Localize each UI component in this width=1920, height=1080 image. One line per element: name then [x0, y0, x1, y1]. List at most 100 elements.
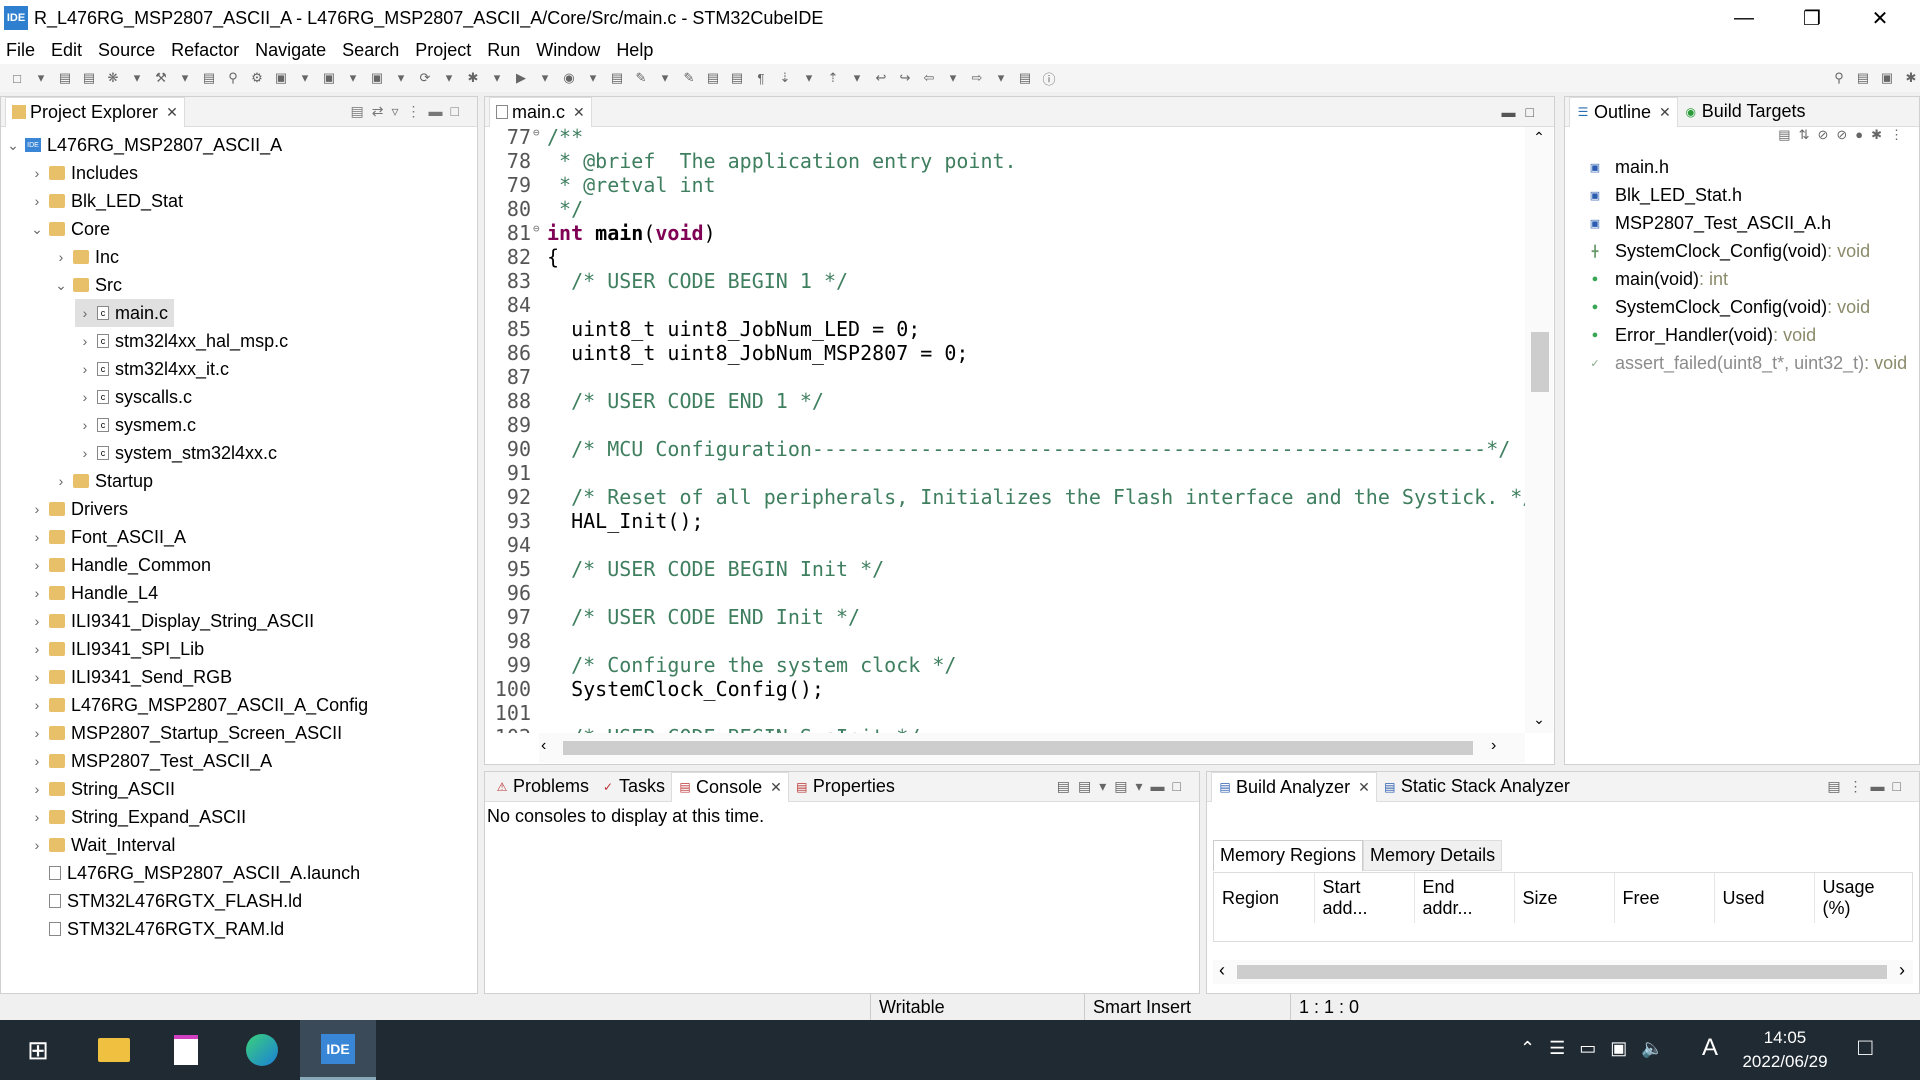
column-header[interactable]: Region [1214, 873, 1315, 923]
chevron-right-icon[interactable]: › [51, 249, 71, 265]
close-icon[interactable]: ✕ [573, 104, 585, 121]
outline-item[interactable]: ● SystemClock_Config(void) : void [1589, 293, 1870, 321]
toolbar-button-icon[interactable]: ▶ [512, 69, 530, 87]
chevron-right-icon[interactable]: › [27, 781, 47, 797]
outline-toolbar[interactable]: ▤⇅⊘⊘●✱⋮ [1565, 127, 1919, 153]
toolbar-button-icon[interactable]: ▣ [272, 69, 290, 87]
menu-search[interactable]: Search [342, 40, 399, 61]
toolbar-button-icon[interactable]: ▾ [944, 69, 962, 87]
chevron-right-icon[interactable]: › [27, 165, 47, 181]
toolbar-button-icon[interactable]: ⇣ [776, 69, 794, 87]
toolbar-button-icon[interactable]: ▾ [488, 69, 506, 87]
restore-button[interactable]: ❐ [1782, 0, 1842, 36]
column-header[interactable]: End addr... [1414, 873, 1515, 923]
minimize-maximize-icons[interactable]: ▬□ [1502, 104, 1544, 120]
tree-item[interactable]: › c system_stm32l4xx.c [75, 439, 277, 467]
tab-properties[interactable]: ▤ Properties [789, 772, 901, 802]
tree-item[interactable]: › Blk_LED_Stat [27, 187, 183, 215]
close-button[interactable]: ✕ [1850, 0, 1910, 36]
ime-indicator[interactable]: A [1702, 1034, 1718, 1062]
clock[interactable]: 14:05 2022/06/29 [1730, 1026, 1840, 1074]
minimize-button[interactable]: — [1714, 0, 1774, 36]
tree-item[interactable]: L476RG_MSP2807_ASCII_A.launch [27, 859, 360, 887]
close-icon[interactable]: ✕ [1358, 779, 1370, 796]
toolbar-button-icon[interactable]: ▾ [32, 69, 50, 87]
chevron-right-icon[interactable]: › [27, 837, 47, 853]
tree-item[interactable]: › Font_ASCII_A [27, 523, 186, 551]
toolbar-button-icon[interactable]: ✱ [464, 69, 482, 87]
horizontal-scrollbar[interactable]: ‹ › [1213, 960, 1913, 984]
toolbar-button-icon[interactable]: ▤ [80, 69, 98, 87]
toolbar-button-icon[interactable]: ▾ [128, 69, 146, 87]
search-icon[interactable]: ⚲ [1830, 69, 1848, 87]
tab-static-stack-analyzer[interactable]: ▤ Static Stack Analyzer [1377, 772, 1576, 802]
menu-run[interactable]: Run [487, 40, 520, 61]
tree-item[interactable]: › c main.c [75, 299, 175, 327]
fold-toggle-icon[interactable]: ⊖ [533, 217, 540, 241]
notepad-app-icon[interactable] [148, 1020, 224, 1080]
toolbar-button-icon[interactable]: ▾ [848, 69, 866, 87]
toolbar-button-icon[interactable]: ¶ [752, 69, 770, 87]
chevron-down-icon[interactable]: ⌄ [51, 277, 71, 294]
scrollbar-thumb[interactable] [1531, 332, 1549, 392]
vertical-scrollbar[interactable]: ⌃ ⌄ [1525, 127, 1553, 733]
toolbar-button-icon[interactable]: ▣ [320, 69, 338, 87]
tree-item[interactable]: › Handle_L4 [27, 579, 158, 607]
close-icon[interactable]: ✕ [770, 779, 782, 796]
menu-project[interactable]: Project [415, 40, 471, 61]
chevron-right-icon[interactable]: › [75, 417, 95, 433]
column-header[interactable]: Free [1614, 873, 1715, 923]
toolbar-button-icon[interactable]: ▾ [392, 69, 410, 87]
tree-item[interactable]: › String_Expand_ASCII [27, 803, 246, 831]
menu-file[interactable]: File [6, 40, 35, 61]
column-header[interactable]: Usage (%) [1814, 873, 1912, 923]
toolbar-button-icon[interactable]: ▾ [176, 69, 194, 87]
tab-memory-regions[interactable]: Memory Regions [1213, 840, 1364, 871]
toolbar-button-icon[interactable]: ▾ [656, 69, 674, 87]
tab-outline[interactable]: ☰ Outline ✕ [1569, 96, 1678, 127]
scroll-down-icon[interactable]: ⌄ [1525, 711, 1553, 728]
horizontal-scrollbar[interactable]: ‹ › [539, 733, 1525, 763]
tree-item[interactable]: › Inc [51, 243, 119, 271]
tree-item[interactable]: › ILI9341_Send_RGB [27, 663, 232, 691]
tree-item[interactable]: › String_ASCII [27, 775, 175, 803]
tree-item[interactable]: STM32L476RGTX_RAM.ld [27, 915, 284, 943]
tree-item[interactable]: › c syscalls.c [75, 383, 192, 411]
tab-tasks[interactable]: ✓ Tasks [595, 772, 671, 802]
chevron-right-icon[interactable]: › [27, 501, 47, 517]
system-tray-icons[interactable]: ⌃☰▭▣🔈 [1520, 1038, 1678, 1059]
toolbar-button-icon[interactable]: ⚲ [224, 69, 242, 87]
tab-problems[interactable]: ⚠ Problems [489, 772, 595, 802]
tree-item[interactable]: STM32L476RGTX_FLASH.ld [27, 887, 302, 915]
outline-item[interactable]: ● Error_Handler(void) : void [1589, 321, 1816, 349]
menu-edit[interactable]: Edit [51, 40, 82, 61]
tab-build-analyzer[interactable]: ▤ Build Analyzer ✕ [1211, 771, 1377, 802]
toolbar-button-icon[interactable]: ✎ [632, 69, 650, 87]
outline-item[interactable]: ╋ SystemClock_Config(void) : void [1589, 237, 1870, 265]
column-header[interactable]: Size [1514, 873, 1615, 923]
scroll-left-icon[interactable]: ‹ [1219, 960, 1225, 981]
tab-main-c[interactable]: main.c ✕ [489, 96, 592, 127]
notification-icon[interactable]: □ [1858, 1034, 1873, 1062]
column-header[interactable]: Start add... [1314, 873, 1415, 923]
toolbar-button-icon[interactable]: ▤ [1016, 69, 1034, 87]
tree-item[interactable]: › MSP2807_Test_ASCII_A [27, 747, 272, 775]
tree-item[interactable]: › Startup [51, 467, 153, 495]
chevron-right-icon[interactable]: › [75, 389, 95, 405]
scroll-right-icon[interactable]: › [1491, 737, 1496, 755]
tree-item[interactable]: ⌄ Src [51, 271, 122, 299]
toolbar-button-icon[interactable]: ⓘ [1040, 69, 1058, 87]
chevron-right-icon[interactable]: › [75, 305, 95, 321]
outline-item[interactable]: ● main(void) : int [1589, 265, 1728, 293]
toolbar-button-icon[interactable]: ⇨ [968, 69, 986, 87]
console-toolbar-icons[interactable]: ▤▤▾▤▾▬□ [1057, 778, 1189, 795]
tree-item[interactable]: › Handle_Common [27, 551, 211, 579]
toolbar-button-icon[interactable]: ⇡ [824, 69, 842, 87]
toolbar-button-icon[interactable]: ▾ [800, 69, 818, 87]
scrollbar-thumb[interactable] [1237, 965, 1887, 979]
toolbar-button-icon[interactable]: ▾ [992, 69, 1010, 87]
tree-item[interactable]: › ILI9341_SPI_Lib [27, 635, 204, 663]
outline-item[interactable]: ▣ Blk_LED_Stat.h [1589, 181, 1742, 209]
chevron-down-icon[interactable]: ⌄ [27, 221, 47, 238]
toolbar-button-icon[interactable]: ⟳ [416, 69, 434, 87]
